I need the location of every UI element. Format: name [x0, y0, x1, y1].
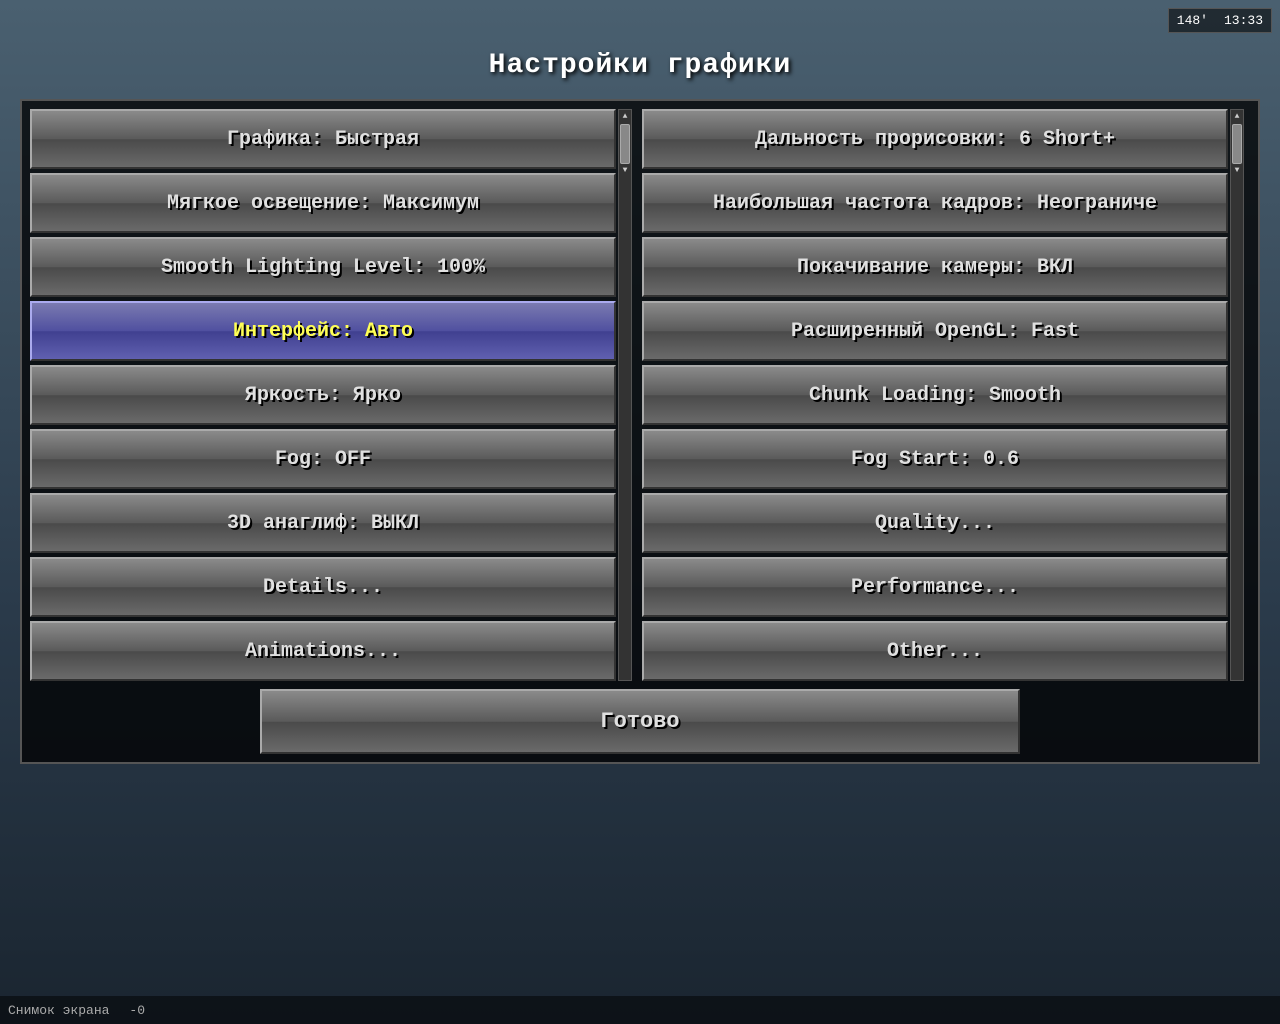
camera-bob-label: Покачивание камеры: ВКЛ — [797, 256, 1073, 279]
smooth-lighting-level-button[interactable]: Smooth Lighting Level: 100% — [30, 237, 616, 297]
scroll-up-arrow[interactable]: ▲ — [620, 112, 630, 122]
render-distance-label: Дальность прорисовки: 6 Short+ — [755, 128, 1115, 151]
left-col-scroll: Графика: Быстрая Мягкое освещение: Максим… — [30, 109, 638, 681]
quality-button[interactable]: Quality... — [642, 493, 1228, 553]
brightness-label: Яркость: Ярко — [245, 384, 401, 407]
settings-dialog: Настройки графики Графика: Быстрая Мягкое… — [0, 0, 1280, 1024]
performance-label: Performance... — [851, 576, 1019, 599]
chunk-loading-button[interactable]: Chunk Loading: Smooth — [642, 365, 1228, 425]
animations-button[interactable]: Animations... — [30, 621, 616, 681]
opengl-label: Расширенный OpenGL: Fast — [791, 320, 1079, 343]
smooth-lighting-label: Мягкое освещение: Максимум — [167, 192, 479, 215]
camera-bob-button[interactable]: Покачивание камеры: ВКЛ — [642, 237, 1228, 297]
quality-label: Quality... — [875, 512, 995, 535]
anaglyph-button[interactable]: 3D анаглиф: ВЫКЛ — [30, 493, 616, 553]
coords-label: -0 — [129, 1003, 145, 1018]
fog-button[interactable]: Fog: OFF — [30, 429, 616, 489]
left-column: Графика: Быстрая Мягкое освещение: Максим… — [30, 109, 638, 681]
left-scrollbar[interactable]: ▲ ▼ — [618, 109, 632, 681]
opengl-button[interactable]: Расширенный OpenGL: Fast — [642, 301, 1228, 361]
right-buttons: Дальность прорисовки: 6 Short+ Наибольшая… — [642, 109, 1228, 681]
smooth-lighting-button[interactable]: Мягкое освещение: Максимум — [30, 173, 616, 233]
max-fps-label: Наибольшая частота кадров: Неограниче — [713, 192, 1157, 215]
dialog-panel: Графика: Быстрая Мягкое освещение: Максим… — [20, 99, 1260, 764]
done-row: Готово — [30, 685, 1250, 754]
performance-button[interactable]: Performance... — [642, 557, 1228, 617]
right-scroll-thumb[interactable] — [1232, 124, 1242, 164]
details-label: Details... — [263, 576, 383, 599]
dialog-title: Настройки графики — [489, 50, 792, 81]
right-scroll-down-arrow[interactable]: ▼ — [1232, 166, 1242, 176]
status-bar: Снимок экрана -0 — [0, 996, 1280, 1024]
fog-start-label: Fog Start: 0.6 — [851, 448, 1019, 471]
interface-button[interactable]: Интерфейс: Авто — [30, 301, 616, 361]
right-scrollbar[interactable]: ▲ ▼ — [1230, 109, 1244, 681]
graphics-button[interactable]: Графика: Быстрая — [30, 109, 616, 169]
anaglyph-label: 3D анаглиф: ВЫКЛ — [227, 512, 419, 535]
settings-grid: Графика: Быстрая Мягкое освещение: Максим… — [30, 109, 1250, 681]
screenshot-label: Снимок экрана — [8, 1003, 109, 1018]
right-column: Дальность прорисовки: 6 Short+ Наибольшая… — [642, 109, 1250, 681]
done-button[interactable]: Готово — [260, 689, 1020, 754]
smooth-lighting-level-label: Smooth Lighting Level: 100% — [161, 256, 485, 279]
scroll-thumb[interactable] — [620, 124, 630, 164]
brightness-button[interactable]: Яркость: Ярко — [30, 365, 616, 425]
chunk-loading-label: Chunk Loading: Smooth — [809, 384, 1061, 407]
fog-start-button[interactable]: Fog Start: 0.6 — [642, 429, 1228, 489]
right-col-scroll: Дальность прорисовки: 6 Short+ Наибольшая… — [642, 109, 1250, 681]
details-button[interactable]: Details... — [30, 557, 616, 617]
render-distance-button[interactable]: Дальность прорисовки: 6 Short+ — [642, 109, 1228, 169]
animations-label: Animations... — [245, 640, 401, 663]
interface-label: Интерфейс: Авто — [233, 320, 413, 343]
graphics-label: Графика: Быстрая — [227, 128, 419, 151]
right-scroll-up-arrow[interactable]: ▲ — [1232, 112, 1242, 122]
scroll-down-arrow[interactable]: ▼ — [620, 166, 630, 176]
other-label: Other... — [887, 640, 983, 663]
fog-label: Fog: OFF — [275, 448, 371, 471]
other-button[interactable]: Other... — [642, 621, 1228, 681]
left-buttons: Графика: Быстрая Мягкое освещение: Максим… — [30, 109, 616, 681]
max-fps-button[interactable]: Наибольшая частота кадров: Неограниче — [642, 173, 1228, 233]
